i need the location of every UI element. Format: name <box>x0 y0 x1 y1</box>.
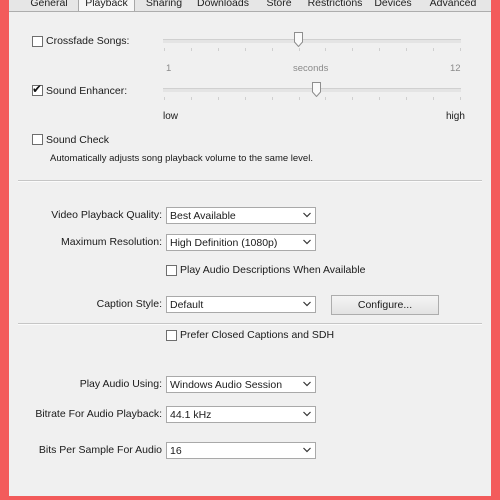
play-audio-using-label: Play Audio Using: <box>79 378 162 390</box>
video-quality-label: Video Playback Quality: <box>51 209 162 221</box>
slider-tick <box>217 48 219 51</box>
max-resolution-value: High Definition (1080p) <box>170 237 278 249</box>
section-divider <box>18 323 482 325</box>
slider-tick <box>190 97 192 100</box>
chevron-down-icon <box>303 381 311 387</box>
caption-style-label: Caption Style: <box>96 298 162 310</box>
window-frame-left <box>0 0 9 500</box>
slider-tick <box>352 48 354 51</box>
crossfade-max-label: 12 <box>450 63 461 74</box>
tab-downloads[interactable]: Downloads <box>192 0 254 10</box>
sound-enhancer-label: Sound Enhancer: <box>46 85 128 97</box>
slider-tick <box>379 48 381 51</box>
sound-check-checkbox[interactable] <box>32 134 43 145</box>
play-audio-using-value: Windows Audio Session <box>170 379 283 391</box>
sound-enhancer-checkbox[interactable]: ✔ <box>32 82 43 96</box>
tab-devices[interactable]: Devices <box>372 0 414 10</box>
section-divider <box>18 180 482 182</box>
chevron-down-icon <box>303 212 311 218</box>
crossfade-unit-label: seconds <box>293 63 329 74</box>
sound-enhancer-min-label: low <box>163 111 179 122</box>
slider-tick <box>271 97 273 100</box>
window-frame-bottom <box>0 496 500 500</box>
chevron-down-icon <box>303 301 311 307</box>
sound-enhancer-max-label: high <box>446 111 465 122</box>
slider-tick <box>271 48 273 51</box>
slider-tick <box>460 48 461 51</box>
caption-style-value: Default <box>170 299 204 311</box>
crossfade-slider-thumb[interactable] <box>294 32 303 47</box>
slider-tick <box>298 48 300 51</box>
bits-per-sample-value: 16 <box>170 445 182 457</box>
max-resolution-label: Maximum Resolution: <box>61 236 162 248</box>
slider-tick <box>164 97 165 100</box>
tab-sharing[interactable]: Sharing <box>140 0 188 10</box>
sound-enhancer-slider-thumb[interactable] <box>312 82 321 97</box>
sound-check-label: Sound Check <box>46 134 110 146</box>
slider-tick <box>460 97 461 100</box>
tab-store[interactable]: Store <box>261 0 297 10</box>
slider-tick <box>217 97 219 100</box>
slider-tick <box>379 97 381 100</box>
bitrate-label: Bitrate For Audio Playback: <box>35 408 162 420</box>
closed-captions-label: Prefer Closed Captions and SDH <box>180 329 335 341</box>
video-quality-select[interactable]: Best Available <box>166 207 316 224</box>
tab-general[interactable]: General <box>25 0 73 10</box>
max-resolution-select[interactable]: High Definition (1080p) <box>166 234 316 251</box>
crossfade-label: Crossfade Songs: <box>46 35 130 47</box>
window-frame-right <box>491 0 500 500</box>
slider-tick <box>164 48 165 51</box>
chevron-down-icon <box>303 447 311 453</box>
caption-style-select[interactable]: Default <box>166 296 316 313</box>
audio-descriptions-label: Play Audio Descriptions When Available <box>180 264 366 276</box>
bits-per-sample-label: Bits Per Sample For Audio <box>38 444 162 456</box>
bits-per-sample-select[interactable]: 16 <box>166 442 316 459</box>
slider-tick <box>298 97 300 100</box>
crossfade-min-label: 1 <box>166 63 172 74</box>
video-quality-value: Best Available <box>170 210 236 222</box>
crossfade-checkbox[interactable] <box>32 36 43 47</box>
slider-tick <box>352 97 354 100</box>
tab-restrictions[interactable]: Restrictions <box>303 0 367 10</box>
slider-tick <box>244 97 246 100</box>
chevron-down-icon <box>303 239 311 245</box>
bitrate-value: 44.1 kHz <box>170 409 212 421</box>
audio-descriptions-checkbox[interactable] <box>166 265 177 276</box>
slider-tick <box>433 97 435 100</box>
slider-tick <box>406 48 408 51</box>
bitrate-select[interactable]: 44.1 kHz <box>166 406 316 423</box>
slider-tick <box>325 97 327 100</box>
slider-tick <box>325 48 327 51</box>
slider-tick <box>190 48 192 51</box>
crossfade-slider-track[interactable] <box>163 39 461 43</box>
chevron-down-icon <box>303 411 311 417</box>
slider-tick <box>406 97 408 100</box>
tab-advanced[interactable]: Advanced <box>425 0 481 10</box>
configure-button[interactable]: Configure... <box>331 295 439 315</box>
closed-captions-checkbox[interactable] <box>166 330 177 341</box>
play-audio-using-select[interactable]: Windows Audio Session <box>166 376 316 393</box>
slider-tick <box>244 48 246 51</box>
tab-playback[interactable]: Playback <box>78 0 135 11</box>
tab-bar: General Playback Sharing Downloads Store… <box>9 0 491 12</box>
checkmark-icon: ✔ <box>32 82 43 96</box>
sound-check-description: Automatically adjusts song playback volu… <box>50 153 313 164</box>
slider-tick <box>433 48 435 51</box>
